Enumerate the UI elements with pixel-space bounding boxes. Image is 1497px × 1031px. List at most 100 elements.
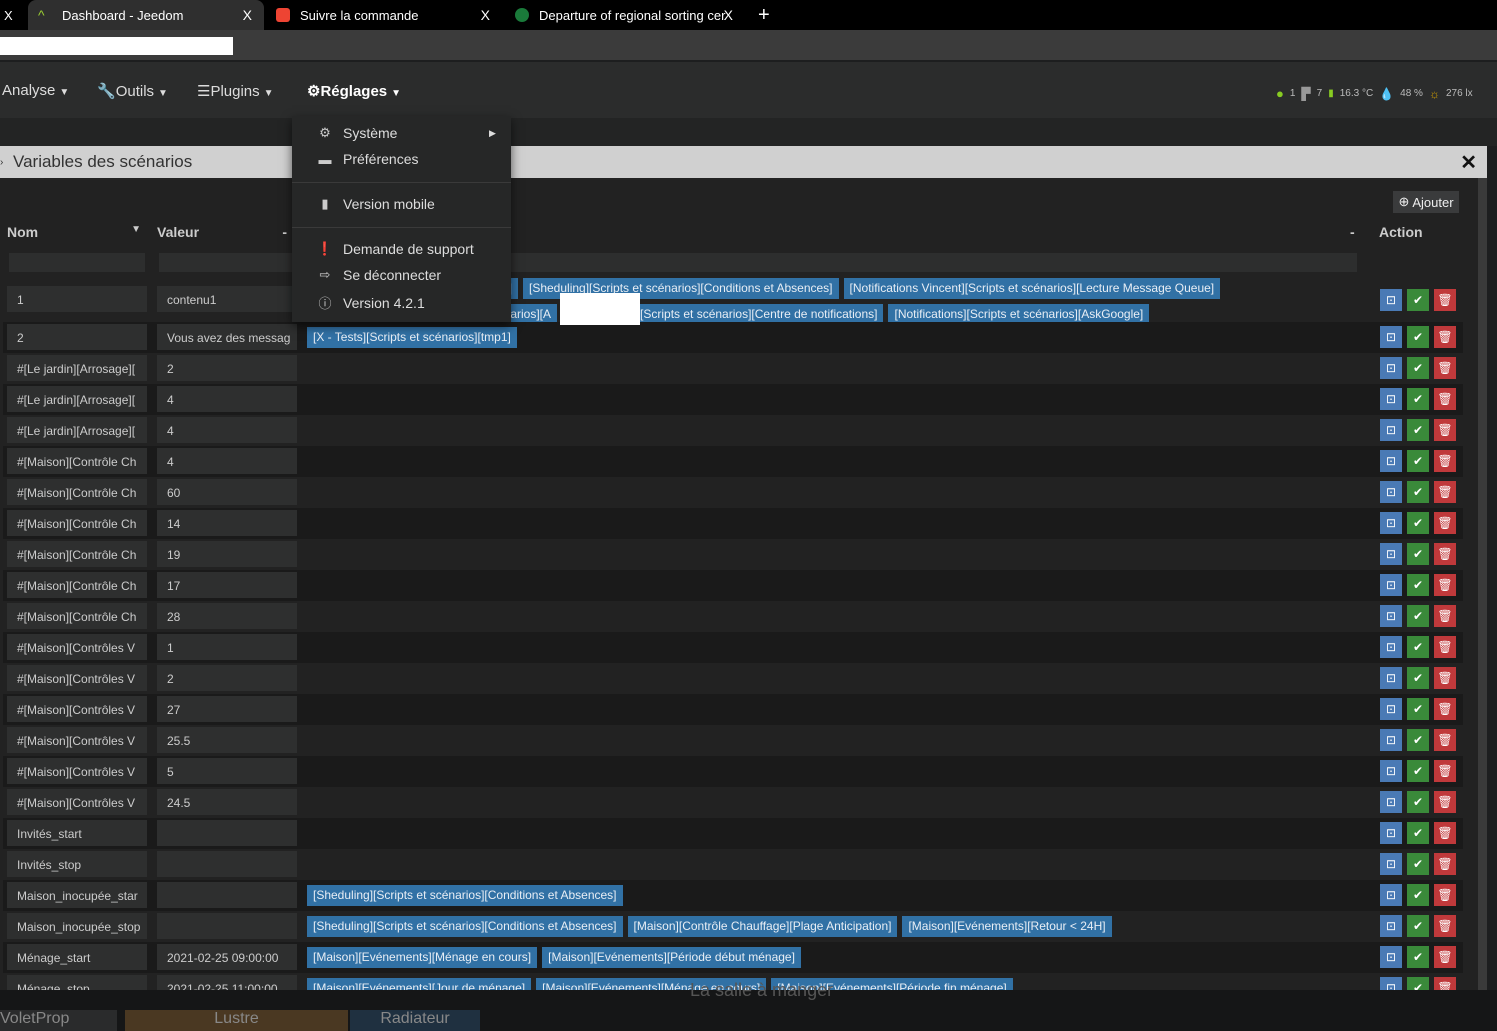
variable-value[interactable]	[157, 913, 297, 939]
tile-voletprop[interactable]: VoletProp	[0, 1010, 117, 1031]
configure-button[interactable]: ⊡	[1380, 698, 1402, 720]
delete-button[interactable]: 🗑	[1434, 946, 1456, 968]
filter-name-input[interactable]	[9, 253, 145, 272]
filter-value-input[interactable]	[159, 253, 295, 272]
save-button[interactable]: ✔	[1407, 698, 1429, 720]
scenario-tag[interactable]: [Maison][Contrôle Chauffage][Plage Antic…	[627, 916, 898, 937]
delete-button[interactable]: 🗑	[1434, 729, 1456, 751]
variable-name[interactable]: Invités_stop	[7, 851, 147, 877]
add-variable-button[interactable]: ⊕ Ajouter	[1393, 191, 1459, 213]
variable-name[interactable]: #[Maison][Contrôle Ch	[7, 448, 147, 474]
save-button[interactable]: ✔	[1407, 419, 1429, 441]
variable-name[interactable]: #[Maison][Contrôles V	[7, 727, 147, 753]
sort-indicator[interactable]: -	[282, 224, 287, 240]
variable-name[interactable]: #[Le jardin][Arrosage][	[7, 417, 147, 443]
variable-value[interactable]	[157, 882, 297, 908]
menu-item-preferences[interactable]: ▬ Préférences	[314, 151, 419, 167]
variable-name[interactable]: #[Maison][Contrôle Ch	[7, 541, 147, 567]
column-header-value[interactable]: Valeur -	[157, 224, 287, 240]
variable-value[interactable]: 4	[157, 417, 297, 443]
save-button[interactable]: ✔	[1407, 357, 1429, 379]
save-button[interactable]: ✔	[1407, 915, 1429, 937]
configure-button[interactable]: ⊡	[1380, 822, 1402, 844]
save-button[interactable]: ✔	[1407, 853, 1429, 875]
save-button[interactable]: ✔	[1407, 822, 1429, 844]
configure-button[interactable]: ⊡	[1380, 326, 1402, 348]
delete-button[interactable]: 🗑	[1434, 667, 1456, 689]
delete-button[interactable]: 🗑	[1434, 791, 1456, 813]
variable-name[interactable]: 1	[7, 286, 147, 312]
column-header-usage-sort[interactable]: -	[1350, 224, 1355, 240]
variable-name[interactable]: #[Le jardin][Arrosage][	[7, 355, 147, 381]
save-button[interactable]: ✔	[1407, 481, 1429, 503]
delete-button[interactable]: 🗑	[1434, 326, 1456, 348]
delete-button[interactable]: 🗑	[1434, 357, 1456, 379]
variable-value[interactable]: 14	[157, 510, 297, 536]
save-button[interactable]: ✔	[1407, 450, 1429, 472]
configure-button[interactable]: ⊡	[1380, 574, 1402, 596]
tab-close-button[interactable]: X	[0, 0, 28, 30]
scrollbar[interactable]	[1478, 178, 1487, 990]
persons-count[interactable]: 1	[1290, 88, 1296, 99]
variable-value[interactable]: Vous avez des messag	[157, 324, 297, 350]
delete-button[interactable]: 🗑	[1434, 419, 1456, 441]
variable-value[interactable]: 4	[157, 386, 297, 412]
tile-radiateur[interactable]: Radiateur	[350, 1010, 480, 1031]
delete-button[interactable]: 🗑	[1434, 289, 1456, 311]
tab-close-button[interactable]: X	[724, 7, 733, 23]
save-button[interactable]: ✔	[1407, 512, 1429, 534]
save-button[interactable]: ✔	[1407, 884, 1429, 906]
variable-value[interactable]: 2	[157, 355, 297, 381]
scenario-tag[interactable]: [Maison][Evénements][Période début ménag…	[542, 947, 801, 968]
url-input[interactable]	[0, 37, 233, 55]
variable-value[interactable]: 60	[157, 479, 297, 505]
variable-value[interactable]: 5	[157, 758, 297, 784]
tab-departure[interactable]: Departure of regional sorting cer X	[505, 0, 745, 30]
variable-value[interactable]: 2021-02-25 09:00:00	[157, 944, 297, 970]
temperature[interactable]: 16.3 °C	[1340, 88, 1373, 99]
delete-button[interactable]: 🗑	[1434, 698, 1456, 720]
configure-button[interactable]: ⊡	[1380, 419, 1402, 441]
configure-button[interactable]: ⊡	[1380, 512, 1402, 534]
variable-value[interactable]	[157, 851, 297, 877]
variable-name[interactable]: #[Maison][Contrôle Ch	[7, 572, 147, 598]
configure-button[interactable]: ⊡	[1380, 946, 1402, 968]
variable-value[interactable]: 1	[157, 634, 297, 660]
variable-name[interactable]: #[Maison][Contrôles V	[7, 789, 147, 815]
variable-name[interactable]: #[Maison][Contrôles V	[7, 696, 147, 722]
menu-item-logout[interactable]: ⇨ Se déconnecter	[314, 267, 442, 283]
delete-button[interactable]: 🗑	[1434, 450, 1456, 472]
configure-button[interactable]: ⊡	[1380, 450, 1402, 472]
variable-name[interactable]: #[Maison][Contrôles V	[7, 634, 147, 660]
save-button[interactable]: ✔	[1407, 791, 1429, 813]
scenario-tag[interactable]: [Notifications Vincent][Scripts et scéna…	[843, 278, 1221, 299]
new-tab-button[interactable]: +	[748, 0, 770, 30]
nav-outils[interactable]: 🔧Outils ▼	[97, 82, 168, 100]
tile-lustre[interactable]: Lustre	[125, 1010, 348, 1031]
delete-button[interactable]: 🗑	[1434, 884, 1456, 906]
variable-name[interactable]: Maison_inocupée_star	[7, 882, 147, 908]
nav-plugins[interactable]: ☰Plugins ▼	[197, 82, 274, 100]
configure-button[interactable]: ⊡	[1380, 667, 1402, 689]
variable-name[interactable]: 2	[7, 324, 147, 350]
configure-button[interactable]: ⊡	[1380, 543, 1402, 565]
variable-name[interactable]: Maison_inocupée_stop	[7, 913, 147, 939]
variable-name[interactable]: Invités_start	[7, 820, 147, 846]
doors-count[interactable]: 7	[1317, 88, 1323, 99]
variable-name[interactable]: #[Maison][Contrôles V	[7, 665, 147, 691]
delete-button[interactable]: 🗑	[1434, 574, 1456, 596]
tab-suivre-commande[interactable]: Suivre la commande X	[266, 0, 502, 30]
variable-name[interactable]: #[Le jardin][Arrosage][	[7, 386, 147, 412]
variable-value[interactable]: 24.5	[157, 789, 297, 815]
scenario-tag[interactable]: [Maison][Evénements][Ménage en cours]	[307, 947, 538, 968]
delete-button[interactable]: 🗑	[1434, 822, 1456, 844]
humidity[interactable]: 48 %	[1400, 88, 1423, 99]
variable-name[interactable]: #[Maison][Contrôles V	[7, 758, 147, 784]
scenario-tag[interactable]: [Sheduling][Scripts et scénarios][Condit…	[307, 885, 623, 906]
configure-button[interactable]: ⊡	[1380, 915, 1402, 937]
scenario-tag[interactable]: [X - Tests][Scripts et scénarios][tmp1]	[307, 327, 517, 348]
delete-button[interactable]: 🗑	[1434, 512, 1456, 534]
save-button[interactable]: ✔	[1407, 543, 1429, 565]
save-button[interactable]: ✔	[1407, 760, 1429, 782]
variable-value[interactable]: 27	[157, 696, 297, 722]
